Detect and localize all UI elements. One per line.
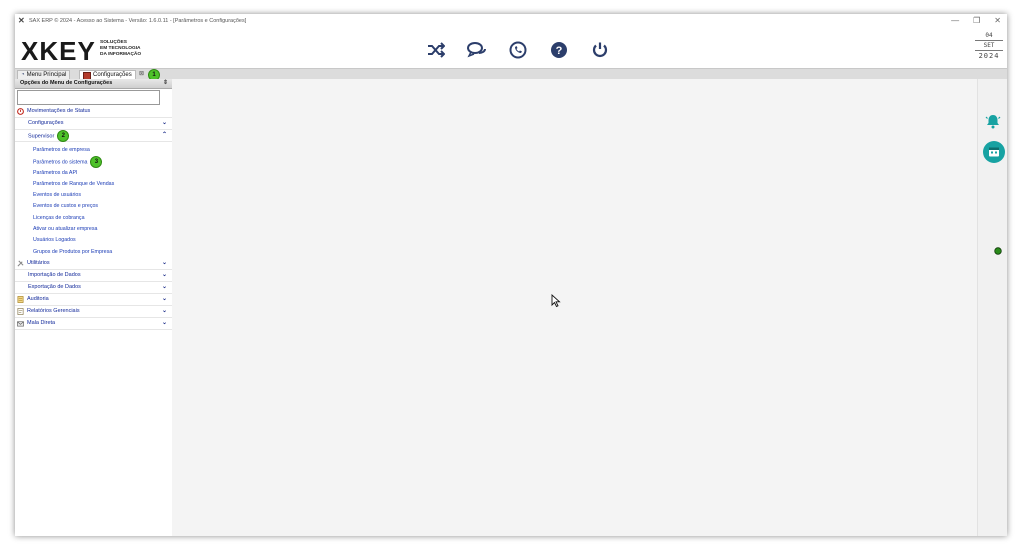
submenu-item[interactable]: Licenças de cobrança xyxy=(15,213,172,224)
submenu-item[interactable]: Parâmetros do sistema 3 xyxy=(15,156,172,169)
status-icon xyxy=(17,108,24,115)
close-icon[interactable]: ✕ xyxy=(994,16,1001,25)
date-month: SET xyxy=(975,41,1003,51)
chevron-down-icon[interactable]: ⌄ xyxy=(162,306,167,317)
chevron-down-icon[interactable]: ⌄ xyxy=(162,118,167,129)
sidebar-item-label: Importação de Dados xyxy=(28,271,81,278)
sidebar-item-exportacao[interactable]: Exportação de Dados ⌄ xyxy=(15,282,172,294)
title-bar: ✕ SAX ERP © 2024 - Acesso ao Sistema - V… xyxy=(15,14,1007,29)
chevron-up-icon[interactable]: ⌃ xyxy=(162,130,167,141)
submenu-item-label: Parâmetros do sistema xyxy=(33,159,88,166)
step-badge: 3 xyxy=(90,156,103,169)
app-icon: ✕ xyxy=(18,16,25,25)
notification-bell-icon[interactable] xyxy=(984,113,1002,129)
chevron-down-icon[interactable]: ⌄ xyxy=(162,294,167,305)
sidebar-item-movimentacoes-status[interactable]: Movimentações de Status xyxy=(15,106,172,118)
sidebar-title: Opções do Menu de Configurações xyxy=(20,80,113,86)
sidebar-item-label: Supervisor 2 xyxy=(28,130,70,142)
restore-icon[interactable]: ❐ xyxy=(973,16,980,25)
mail-icon xyxy=(17,321,24,327)
shuffle-icon[interactable] xyxy=(426,40,446,60)
sidebar-search-input[interactable] xyxy=(17,90,160,105)
submenu-item[interactable]: Parâmetros de Ranque de Vendas xyxy=(15,179,172,190)
minimize-icon[interactable]: — xyxy=(951,16,959,25)
mouse-cursor-icon xyxy=(551,294,561,308)
window-title: SAX ERP © 2024 - Acesso ao Sistema - Ver… xyxy=(29,18,247,24)
sidebar-item-label: Exportação de Dados xyxy=(28,283,81,290)
submenu-item[interactable]: Ativar ou atualizar empresa xyxy=(15,224,172,235)
date-day: 04 xyxy=(975,31,1003,41)
submenu-item[interactable]: Parâmetros da API xyxy=(15,168,172,179)
logo-tag-line: DA INFORMAÇÃO xyxy=(100,52,142,57)
supervisor-label: Supervisor xyxy=(28,133,55,140)
date-year: 2024 xyxy=(978,52,1000,60)
close-tab-icon[interactable]: ⊠ xyxy=(139,70,144,77)
sidebar-item-configuracoes[interactable]: Configurações ⌄ xyxy=(15,118,172,130)
main-content-area[interactable] xyxy=(172,79,977,536)
step-badge: 2 xyxy=(57,130,70,142)
chevron-down-icon[interactable]: ⌄ xyxy=(162,270,167,281)
submenu-item[interactable]: Eventos de usuários xyxy=(15,190,172,201)
sidebar-item-label: Utilitários xyxy=(27,259,50,266)
app-window: ✕ SAX ERP © 2024 - Acesso ao Sistema - V… xyxy=(15,14,1007,536)
audit-icon xyxy=(17,296,24,303)
sidebar-item-relatorios[interactable]: Relatórios Gerenciais ⌄ xyxy=(15,306,172,318)
sidebar-item-utilitarios[interactable]: Utilitários ⌄ xyxy=(15,258,172,270)
sidebar-item-auditoria[interactable]: Auditoria ⌄ xyxy=(15,294,172,306)
sidebar: Opções do Menu de Configurações ⇕ Movime… xyxy=(15,79,173,536)
chevron-down-icon[interactable]: ⌄ xyxy=(162,282,167,293)
sidebar-item-label: Movimentações de Status xyxy=(27,108,91,114)
power-icon[interactable] xyxy=(590,40,610,60)
right-side-panel xyxy=(977,79,1007,536)
date-display: 04 SET 2024 xyxy=(975,31,1003,61)
chevron-down-icon[interactable]: ⌄ xyxy=(162,258,167,269)
window-controls: — ❐ ✕ xyxy=(951,16,1001,25)
svg-text:?: ? xyxy=(556,45,563,57)
submenu-item[interactable]: Usuários Logados xyxy=(15,235,172,246)
help-icon[interactable]: ? xyxy=(549,40,569,60)
sidebar-item-label: Mala Direta xyxy=(27,319,56,326)
sidebar-item-mala-direta[interactable]: Mala Direta ⌄ xyxy=(15,318,172,330)
sidebar-item-label: Auditoria xyxy=(27,295,49,302)
sidebar-header: Opções do Menu de Configurações ⇕ xyxy=(15,79,172,89)
chat-icon[interactable] xyxy=(467,40,487,60)
report-icon xyxy=(17,308,24,315)
sidebar-item-importacao[interactable]: Importação de Dados ⌄ xyxy=(15,270,172,282)
submenu-item[interactable]: Grupos de Produtos por Empresa xyxy=(15,247,172,258)
tools-icon xyxy=(17,260,24,267)
chevron-down-icon[interactable]: ⌄ xyxy=(162,318,167,329)
main-toolbar: ? xyxy=(426,40,610,60)
sidebar-item-label: Configurações xyxy=(28,120,64,126)
supervisor-submenu: Parâmetros de empresa Parâmetros do sist… xyxy=(15,142,172,258)
submenu-item[interactable]: Eventos de custos e preços xyxy=(15,201,172,212)
submenu-item[interactable]: Parâmetros de empresa xyxy=(15,145,172,156)
calendar-icon[interactable] xyxy=(983,141,1005,163)
sidebar-item-label: Relatórios Gerenciais xyxy=(27,307,80,314)
sidebar-menu: Movimentações de Status Configurações ⌄ … xyxy=(15,106,172,330)
status-dot-icon xyxy=(994,247,1002,255)
whatsapp-icon[interactable] xyxy=(508,40,528,60)
sidebar-item-supervisor[interactable]: Supervisor 2 ⌃ xyxy=(15,130,172,142)
grip-icon[interactable]: ⇕ xyxy=(163,79,168,88)
logo-tagline: SOLUÇÕES EM TECNOLOGIA DA INFORMAÇÃO xyxy=(100,40,141,58)
logo-mark: XKEY xyxy=(21,36,96,66)
